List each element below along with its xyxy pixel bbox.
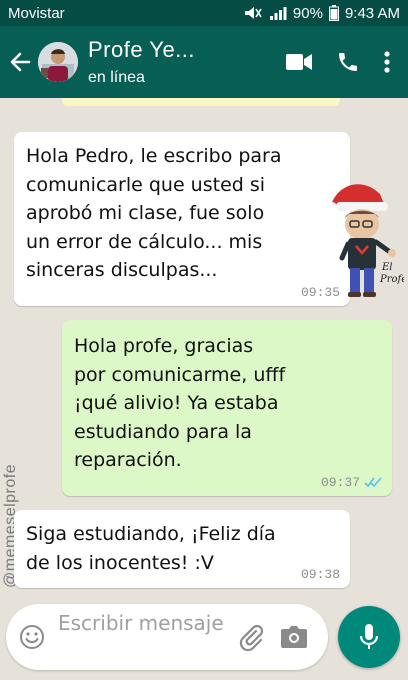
battery-percent: 90% [292,4,323,22]
attach-button[interactable] [232,623,272,651]
message-time: 09:38 [301,567,340,582]
video-call-icon[interactable] [286,53,312,71]
message-time: 09:37 [321,475,382,490]
back-arrow-icon [10,52,31,72]
message-text: Hola profe, gracias por comunicarme, uff… [74,335,286,471]
paperclip-icon [239,624,264,651]
signal-icon [269,7,287,20]
header-actions [286,50,390,74]
message-bubble-incoming[interactable]: Hola Pedro, le escribo para comunicarle … [14,132,350,306]
message-text: Hola Pedro, le escribo para comunicarle … [26,145,282,281]
previous-message-edge [62,98,340,106]
contact-info[interactable]: Profe Ye... en línea [88,37,286,87]
mute-icon [244,7,262,19]
contact-name: Profe Ye... [88,37,196,62]
more-vert-icon[interactable] [384,51,390,73]
sticker-caption-el: El [381,262,393,273]
status-bar: Movistar 90% 9:43 AM [0,0,408,26]
emoji-icon [20,625,44,649]
phone-icon[interactable] [336,50,360,74]
camera-icon [281,626,307,648]
message-text: Siga estudiando, ¡Feliz día de los inoce… [26,523,276,574]
avatar-image [38,42,78,82]
back-button[interactable] [2,51,38,73]
message-time-label: 09:37 [320,475,360,490]
el-profe-sticker: El Profe [327,184,404,297]
message-input[interactable] [58,606,228,668]
voice-message-button[interactable] [338,606,400,668]
message-bubble-incoming[interactable]: Siga estudiando, ¡Feliz día de los inoce… [14,510,350,588]
double-check-read-icon [364,477,382,488]
avatar[interactable] [38,42,78,82]
message-bubble-outgoing[interactable]: Hola profe, gracias por comunicarme, uff… [62,320,392,496]
camera-button[interactable] [272,626,316,648]
sticker-caption-profe: Profe [379,274,404,285]
carrier-label: Movistar [8,4,65,22]
status-indicators: 90% 9:43 AM [243,5,400,22]
message-time-label: 09:38 [300,567,340,582]
battery-icon [328,5,339,21]
chat-header: Profe Ye... en línea [0,26,408,98]
emoji-button[interactable] [6,624,58,650]
clock: 9:43 AM [344,4,400,22]
message-composer [6,604,328,670]
contact-status: en línea [88,69,145,86]
microphone-icon [359,624,379,649]
chat-area[interactable]: @memeselprofe Hola Pedro, le escribo par… [0,98,408,602]
